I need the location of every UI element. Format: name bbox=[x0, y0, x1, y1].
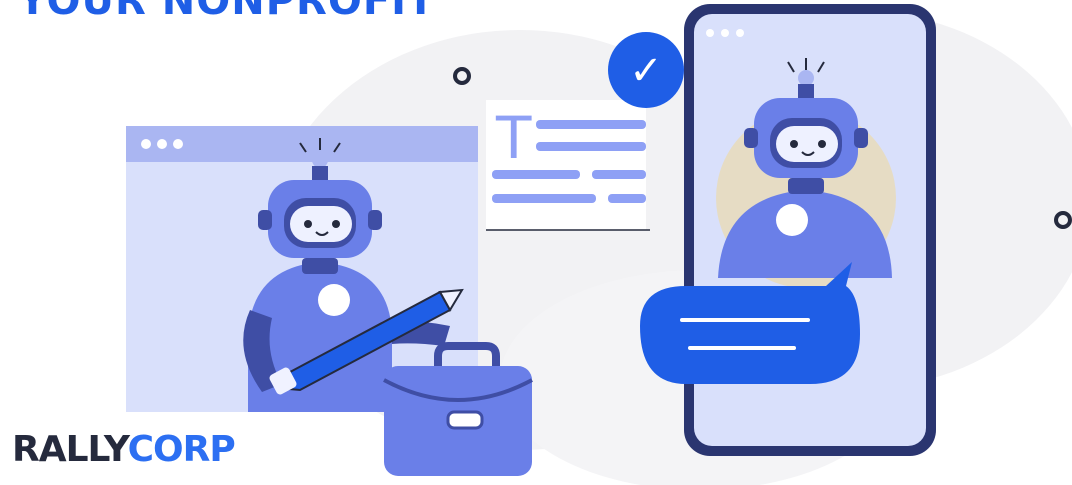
rallycorp-logo: RALLYCORP bbox=[12, 429, 236, 470]
phone-dot-icon bbox=[736, 29, 744, 37]
phone-dot-icon bbox=[721, 29, 729, 37]
window-dot-icon bbox=[173, 139, 183, 149]
window-dot-icon bbox=[141, 139, 151, 149]
logo-text-rally: RALLY bbox=[12, 429, 129, 470]
phone-dot-icon bbox=[706, 29, 714, 37]
checkmark-badge: ✓ bbox=[608, 32, 684, 108]
window-dot-icon bbox=[157, 139, 167, 149]
text-glyph: T bbox=[495, 104, 532, 172]
illustration: T ✓ bbox=[126, 4, 1072, 485]
check-icon: ✓ bbox=[629, 48, 663, 94]
logo-text-corp: CORP bbox=[127, 429, 236, 470]
document-card: T bbox=[486, 100, 650, 231]
